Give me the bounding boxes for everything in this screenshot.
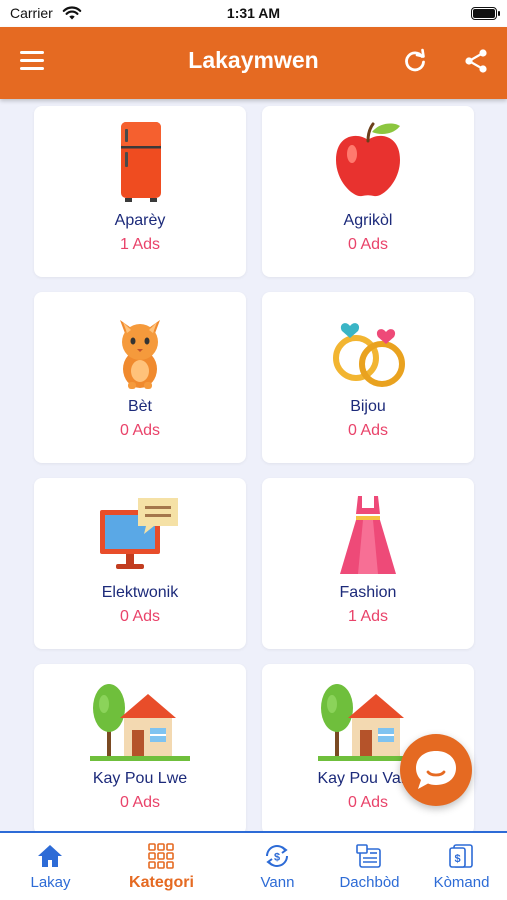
refrigerator-icon (121, 122, 161, 202)
apple-icon (336, 122, 400, 197)
orders-icon: $ (449, 844, 473, 868)
category-ad-count: 0 Ads (347, 236, 389, 253)
svg-text:$: $ (454, 853, 460, 865)
category-ad-count: 0 Ads (119, 608, 161, 625)
chat-button[interactable] (400, 734, 472, 806)
category-name: Bèt (127, 398, 152, 415)
dress-icon (340, 496, 396, 574)
computer-icon (100, 498, 178, 569)
dollar-exchange-icon: $ (266, 845, 288, 867)
tab-kategori[interactable]: Kategori (111, 833, 212, 900)
share-icon[interactable] (463, 48, 489, 74)
home-icon (38, 845, 62, 867)
category-name: Elektwonik (101, 584, 179, 601)
category-card-bet[interactable]: Bèt 0 Ads (34, 292, 246, 463)
refresh-icon[interactable] (402, 48, 428, 74)
category-card-agrikol[interactable]: Agrikòl 0 Ads (262, 106, 474, 277)
category-ad-count: 0 Ads (119, 794, 161, 811)
tab-lakay[interactable]: Lakay (0, 833, 101, 900)
category-grid: Aparèy 1 Ads Agrikòl 0 Ads Bèt 0 Ads Bij… (0, 99, 507, 831)
cat-icon (120, 320, 160, 389)
tab-komand[interactable]: $ Kòmand (411, 833, 507, 900)
category-card-fashion[interactable]: Fashion 1 Ads (262, 478, 474, 649)
category-card-bijou[interactable]: Bijou 0 Ads (262, 292, 474, 463)
category-name: Kay Pou Lwe (92, 770, 188, 787)
status-bar: Carrier 1:31 AM (0, 0, 507, 27)
dashboard-icon (356, 844, 381, 868)
tab-label: Dachbòd (339, 874, 400, 891)
tab-label: Kategori (129, 874, 194, 891)
battery-icon (471, 7, 497, 20)
category-card-elektwonik[interactable]: Elektwonik 0 Ads (34, 478, 246, 649)
category-name: Aparèy (114, 212, 166, 229)
category-ad-count: 1 Ads (119, 236, 161, 253)
tab-label: Vann (260, 874, 295, 891)
svg-text:$: $ (274, 852, 280, 864)
bottom-tab-bar: Lakay Kategori $ Vann Dachbòd $ Kòmand (0, 831, 507, 900)
category-card-aparey[interactable]: Aparèy 1 Ads (34, 106, 246, 277)
tab-vann[interactable]: $ Vann (227, 833, 328, 900)
grid-icon (148, 843, 174, 869)
clock: 1:31 AM (226, 5, 281, 21)
category-ad-count: 0 Ads (119, 422, 161, 439)
category-ad-count: 0 Ads (347, 422, 389, 439)
category-name: Agrikòl (343, 212, 393, 229)
category-name: Fashion (339, 584, 397, 601)
rings-icon (333, 323, 405, 387)
tab-dachbod[interactable]: Dachbòd (319, 833, 420, 900)
house-icon (90, 684, 190, 761)
chat-bubble-icon (416, 751, 456, 789)
app-header: Lakaymwen (0, 27, 507, 99)
category-card-kay-pou-lwe[interactable]: Kay Pou Lwe 0 Ads (34, 664, 246, 831)
app-title: Lakaymwen (188, 47, 319, 73)
tab-label: Lakay (30, 874, 71, 891)
category-ad-count: 1 Ads (347, 608, 389, 625)
tab-label: Kòmand (433, 874, 490, 891)
category-name: Bijou (350, 398, 386, 415)
